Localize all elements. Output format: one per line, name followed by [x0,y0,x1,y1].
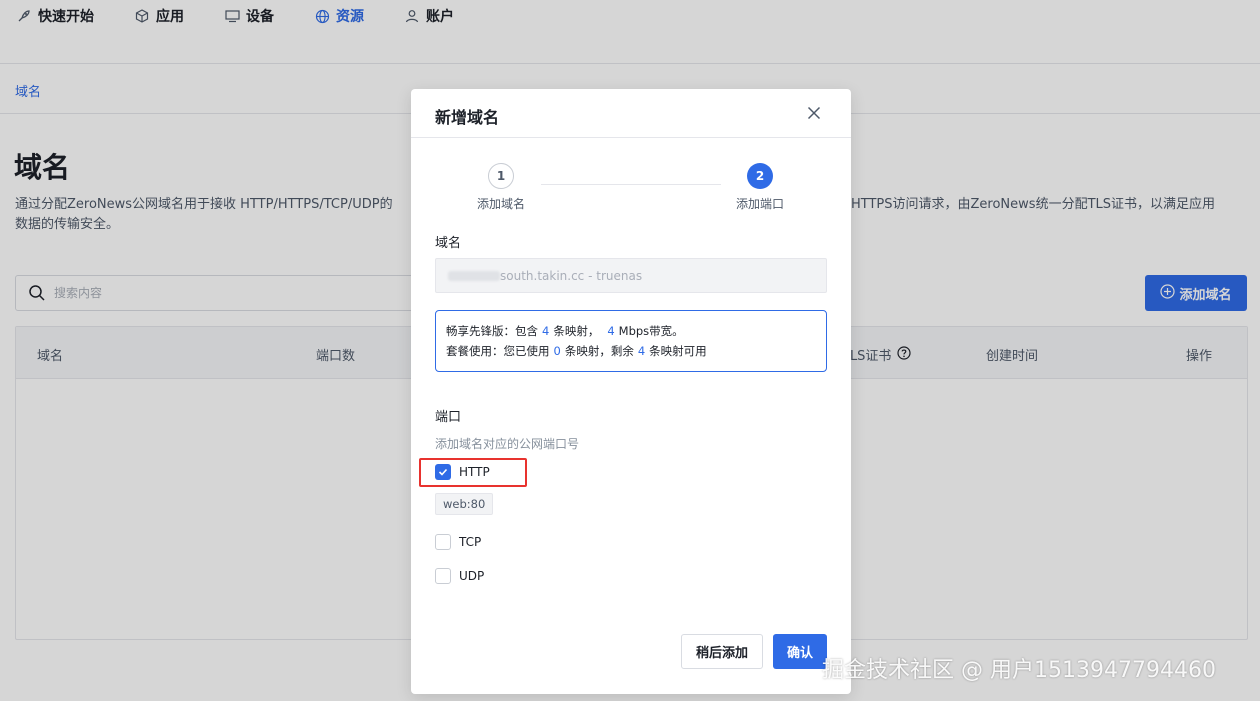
http-port-tag: web:80 [435,493,494,515]
plan-info-box: 畅享先锋版：包含 4 条映射， 4 Mbps带宽。 套餐使用：您已使用 0 条映射，剩余 4 条… [435,310,827,372]
plan-text: 条映射， [553,324,600,338]
checkbox-http[interactable]: HTTP [435,464,490,480]
step-2-number: 2 [747,163,773,189]
domain-field-label: 域名 [435,236,462,251]
checkbox-unchecked-icon[interactable] [435,534,451,550]
plan-text: Mbps带宽。 [618,324,684,338]
bandwidth-value: 4 [607,324,615,338]
confirm-button[interactable]: 确认 [773,634,827,669]
checkbox-checked-icon[interactable] [435,464,451,480]
modal-header: 新增域名 [411,89,851,138]
mapping-count: 4 [542,324,550,338]
used-count: 0 [553,344,561,358]
add-domain-modal: 新增域名 1 添加域名 2 添加端口 域名 south.takin.cc - t… [411,89,851,694]
plan-text: 套餐使用：您已使用 [446,344,550,358]
checkbox-tcp[interactable]: TCP [435,534,481,550]
redacted-prefix [448,270,500,281]
step-2: 2 添加端口 [725,163,795,212]
step-2-label: 添加端口 [735,197,784,211]
checkbox-http-label: HTTP [459,465,490,479]
checkbox-udp-label: UDP [459,569,485,583]
close-icon[interactable] [804,103,824,123]
plan-text: 畅享先锋版：包含 [446,324,538,338]
port-hint: 添加域名对应的公网端口号 [435,437,580,451]
checkbox-tcp-label: TCP [459,535,482,549]
plan-text: 条映射可用 [649,344,707,358]
plan-line-2: 套餐使用：您已使用 0 条映射，剩余 4 条映射可用 [446,341,816,361]
domain-field: south.takin.cc - truenas [435,258,827,293]
domain-field-value: south.takin.cc - truenas [500,268,643,283]
checkbox-unchecked-icon[interactable] [435,568,451,584]
remaining-count: 4 [637,344,646,358]
port-field-label: 端口 [435,410,462,425]
step-1-number: 1 [488,163,514,189]
watermark-text: 掘金技术社区 @ 用户1513947794460 [822,658,1216,683]
plan-line-1: 畅享先锋版：包含 4 条映射， 4 Mbps带宽。 [446,321,816,341]
step-1-label: 添加域名 [476,197,525,211]
step-connector [541,184,721,185]
add-later-button[interactable]: 稍后添加 [681,634,763,669]
plan-text: 条映射，剩余 [564,344,634,358]
modal-title: 新增域名 [435,108,500,127]
step-1: 1 添加域名 [466,163,536,212]
checkbox-udp[interactable]: UDP [435,568,484,584]
